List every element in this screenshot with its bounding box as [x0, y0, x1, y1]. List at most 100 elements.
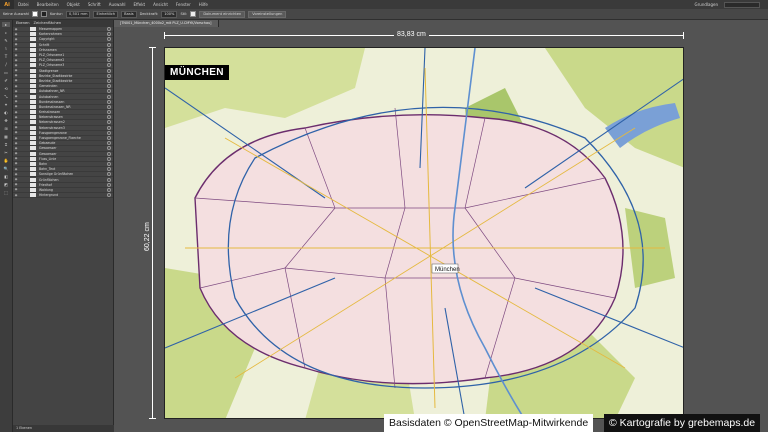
layer-target-icon[interactable]: [107, 115, 111, 120]
layer-target-icon[interactable]: [107, 141, 111, 146]
screen-mode-icon[interactable]: ⬚: [2, 190, 10, 195]
layer-target-icon[interactable]: [107, 120, 111, 125]
layer-name: Autobahnen: [39, 94, 59, 99]
layer-target-icon[interactable]: [107, 37, 111, 42]
lock-toggle[interactable]: [19, 193, 24, 198]
layer-target-icon[interactable]: [107, 125, 111, 130]
hand-tool-icon[interactable]: ✋: [2, 158, 10, 163]
menu-hilfe[interactable]: Hilfe: [195, 2, 212, 7]
layer-thumbnail: [30, 172, 36, 177]
opacity-field[interactable]: 100%: [161, 10, 178, 18]
width-dimension-label: 83,83 cm: [394, 31, 429, 38]
height-dimension-tick-bottom: [149, 418, 156, 419]
layer-target-icon[interactable]: [107, 193, 111, 198]
line-tool-icon[interactable]: /: [2, 62, 10, 67]
height-dimension-label: 60,22 cm: [144, 219, 151, 254]
layer-target-icon[interactable]: [107, 151, 111, 156]
layers-panel: Ebenen Zeichenflächen ◉ Messemappen ◉ Karte…: [13, 20, 114, 432]
direct-selection-tool-icon[interactable]: ▹: [2, 30, 10, 35]
curvature-tool-icon[interactable]: ⌇: [2, 46, 10, 51]
fill-swatch[interactable]: [32, 11, 39, 17]
layer-name: PLZ_Ortsname1: [39, 53, 65, 58]
cartography-credit-label: © Kartografie by grebemaps.de: [604, 414, 761, 432]
layer-thumbnail: [30, 193, 36, 198]
layer-target-icon[interactable]: [107, 47, 111, 52]
layer-name: Friedhof: [39, 182, 52, 187]
layer-target-icon[interactable]: [107, 84, 111, 89]
layer-target-icon[interactable]: [107, 78, 111, 83]
layer-target-icon[interactable]: [107, 187, 111, 192]
layer-target-icon[interactable]: [107, 172, 111, 177]
brush-select[interactable]: Basis: [121, 10, 137, 18]
document-setup-button[interactable]: Dokument einrichten: [199, 10, 246, 18]
symbol-sprayer-tool-icon[interactable]: ⌗: [2, 142, 10, 147]
layer-thumbnail: [30, 177, 36, 182]
layer-target-icon[interactable]: [107, 42, 111, 47]
menu-fenster[interactable]: Fenster: [172, 2, 195, 7]
pencil-tool-icon[interactable]: ✐: [2, 78, 10, 83]
city-map-artboard[interactable]: München: [164, 47, 684, 419]
layer-row[interactable]: ◉ Hintergrund: [13, 193, 113, 199]
search-input[interactable]: [724, 1, 760, 8]
preferences-button[interactable]: Voreinstellungen: [248, 10, 287, 18]
scale-tool-icon[interactable]: ⤡: [2, 94, 10, 99]
rotate-tool-icon[interactable]: ⟲: [2, 86, 10, 91]
layer-target-icon[interactable]: [107, 32, 111, 37]
layer-target-icon[interactable]: [107, 167, 111, 172]
menu-bearbeiten[interactable]: Bearbeiten: [33, 2, 63, 7]
rectangle-tool-icon[interactable]: ▭: [2, 70, 10, 75]
fill-stroke-icon[interactable]: ◧: [2, 174, 10, 179]
layer-name: Bahn_Text: [39, 167, 56, 172]
layer-target-icon[interactable]: [107, 161, 111, 166]
layer-target-icon[interactable]: [107, 63, 111, 68]
layer-thumbnail: [30, 32, 36, 37]
menu-schrift[interactable]: Schrift: [84, 2, 105, 7]
layer-target-icon[interactable]: [107, 99, 111, 104]
layer-target-icon[interactable]: [107, 73, 111, 78]
free-transform-tool-icon[interactable]: ✥: [2, 118, 10, 123]
layer-target-icon[interactable]: [107, 182, 111, 187]
pen-tool-icon[interactable]: ✎: [2, 38, 10, 43]
layer-target-icon[interactable]: [107, 53, 111, 58]
layer-thumbnail: [30, 68, 36, 73]
type-tool-icon[interactable]: T: [2, 54, 10, 59]
layer-target-icon[interactable]: [107, 89, 111, 94]
menu-effekt[interactable]: Effekt: [129, 2, 149, 7]
layer-target-icon[interactable]: [107, 27, 111, 32]
layer-target-icon[interactable]: [107, 156, 111, 161]
layer-target-icon[interactable]: [107, 146, 111, 151]
selection-tool-icon[interactable]: ▸: [2, 22, 10, 27]
layer-thumbnail: [30, 187, 36, 192]
layer-target-icon[interactable]: [107, 136, 111, 141]
width-tool-icon[interactable]: ⌖: [2, 102, 10, 107]
stroke-profile-select[interactable]: Einheitlich: [93, 10, 119, 18]
menu-auswahl[interactable]: Auswahl: [105, 2, 130, 7]
zoom-tool-icon[interactable]: 🔍: [2, 166, 10, 171]
shape-builder-tool-icon[interactable]: ◐: [2, 110, 10, 115]
tab-artboards[interactable]: Zeichenflächen: [34, 20, 62, 27]
layer-target-icon[interactable]: [107, 104, 111, 109]
layer-target-icon[interactable]: [107, 94, 111, 99]
menu-ansicht[interactable]: Ansicht: [149, 2, 172, 7]
menu-datei[interactable]: Datei: [14, 2, 33, 7]
layer-target-icon[interactable]: [107, 68, 111, 73]
document-tab[interactable]: [TN001_München_4000x2_mit PLZ_U.CMYK/Vor…: [114, 20, 219, 27]
layer-name: Kartenrahmen: [39, 32, 62, 37]
workspace-switcher[interactable]: Grundlagen: [695, 2, 718, 7]
stroke-width-field[interactable]: 0,501 mm: [66, 10, 91, 18]
scissors-tool-icon[interactable]: ✂: [2, 150, 10, 155]
draw-mode-icon[interactable]: ◩: [2, 182, 10, 187]
layer-target-icon[interactable]: [107, 177, 111, 182]
layer-name: Stadtgrenze: [39, 68, 59, 73]
mesh-tool-icon[interactable]: ⊞: [2, 126, 10, 131]
layer-target-icon[interactable]: [107, 110, 111, 115]
layer-target-icon[interactable]: [107, 58, 111, 63]
layer-thumbnail: [30, 115, 36, 120]
stroke-swatch[interactable]: [41, 11, 48, 17]
style-swatch[interactable]: [190, 11, 197, 17]
layer-target-icon[interactable]: [107, 130, 111, 135]
menu-objekt[interactable]: Objekt: [63, 2, 84, 7]
stroke-label: Kontur:: [50, 12, 64, 16]
layer-thumbnail: [30, 27, 36, 32]
gradient-tool-icon[interactable]: ▦: [2, 134, 10, 139]
